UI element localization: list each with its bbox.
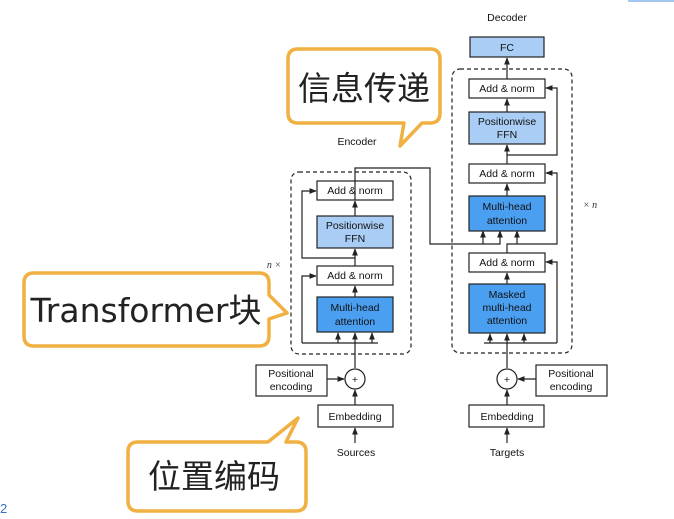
decoder-plus-symbol: + — [504, 374, 510, 386]
encoder-add-norm-bottom-label: Add & norm — [327, 270, 383, 282]
decoder-masked-label-line2: multi-head — [482, 302, 531, 314]
corner-page-number: 2 — [0, 501, 7, 516]
decoder-attention-label-line2: attention — [487, 215, 527, 227]
decoder-positional-encoding-line2: encoding — [550, 381, 593, 393]
encoder-ffn-label-line1: Positionwise — [326, 220, 385, 232]
encoder-positional-encoding-line2: encoding — [270, 381, 313, 393]
encoder-embedding-label: Embedding — [328, 411, 381, 423]
decoder-add-norm-top-label: Add & norm — [479, 83, 535, 95]
encoder-plus-symbol: + — [352, 374, 358, 386]
decoder-embedding-label: Embedding — [480, 411, 533, 423]
encoder-residual-attention — [301, 273, 317, 343]
sources-label: Sources — [337, 447, 376, 459]
decoder-ffn-label-line2: FFN — [497, 129, 517, 141]
targets-label: Targets — [490, 447, 524, 459]
decoder-residual-masked — [545, 259, 558, 343]
callout-positional-encoding-text: 位置编码 — [148, 457, 280, 496]
callout-message-passing-text: 信息传递 — [298, 69, 430, 108]
decoder-ffn-label-line1: Positionwise — [478, 116, 537, 128]
decoder-attention-label-line1: Multi-head — [482, 201, 531, 213]
encoder-attention-label-line1: Multi-head — [330, 302, 379, 314]
callout-positional-encoding: 位置编码 — [126, 416, 308, 513]
callout-transformer-block: Transformer块 — [22, 271, 289, 348]
encoder-ffn-label-line2: FFN — [345, 233, 365, 245]
encoder-positional-encoding-line1: Positional — [268, 368, 314, 380]
decoder-positional-encoding-line1: Positional — [548, 368, 594, 380]
decoder-add-norm-bottom-label: Add & norm — [479, 257, 535, 269]
decoder-attn-query-input — [506, 230, 520, 253]
decoder-fc-label: FC — [500, 42, 514, 54]
decoder-title: Decoder — [487, 12, 527, 24]
callout-message-passing: 信息传递 — [286, 47, 442, 148]
callout-transformer-block-text: Transformer块 — [29, 291, 261, 330]
decoder-add-norm-middle-label: Add & norm — [479, 168, 535, 180]
decoder-masked-label-line1: Masked — [489, 289, 526, 301]
decoder-masked-label-line3: attention — [487, 315, 527, 327]
transformer-architecture-diagram: Encoder n × Add & norm Positionwise FFN … — [0, 0, 674, 516]
encoder-to-decoder-wire-b — [483, 230, 503, 245]
encoder-attention-label-line2: attention — [335, 316, 375, 328]
encoder-title: Encoder — [337, 136, 377, 148]
decoder-repeat-label: × n — [583, 200, 597, 211]
encoder-repeat-label: n × — [267, 260, 281, 271]
